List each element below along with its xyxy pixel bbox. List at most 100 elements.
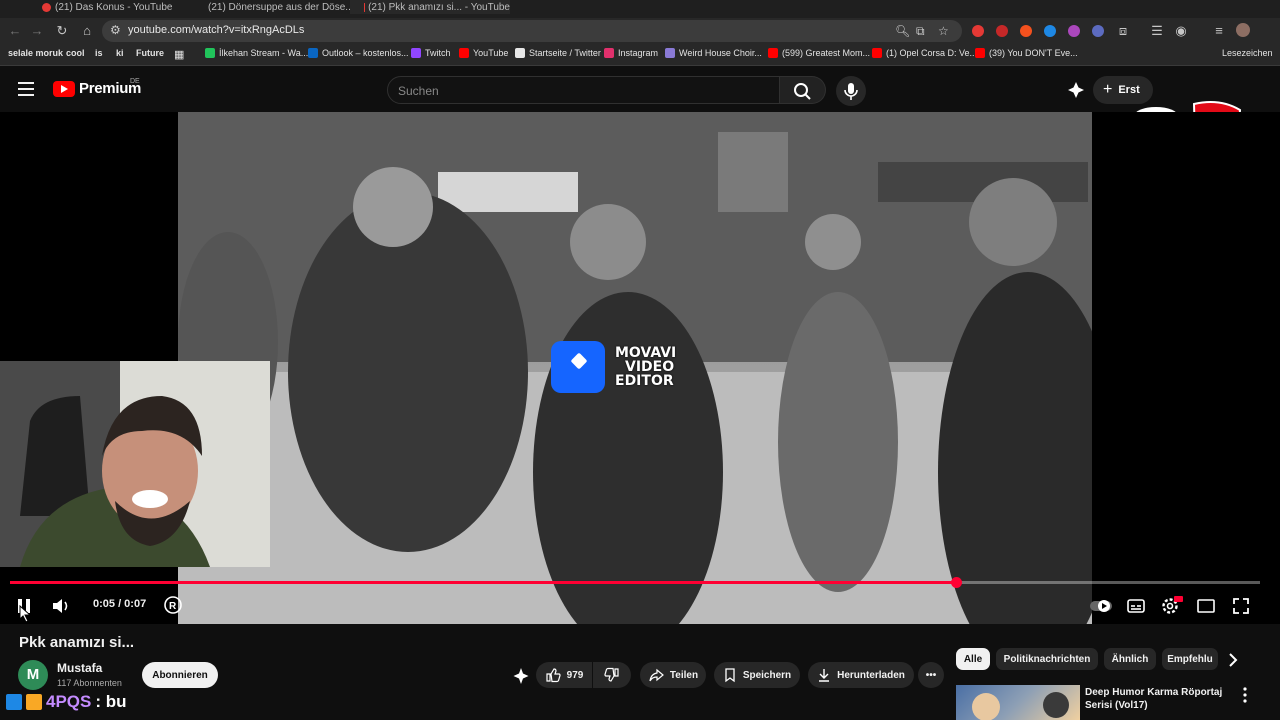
search-input[interactable] bbox=[398, 82, 758, 100]
favicon-icon bbox=[604, 48, 614, 58]
chevron-right-icon[interactable] bbox=[1226, 651, 1240, 669]
settings-gear-icon[interactable] bbox=[1160, 594, 1184, 616]
browser-toolbar: ← → ↻ ⌂ ⚙ youtube.com/watch?v=itxRngAcDL… bbox=[0, 18, 1280, 44]
media-icon[interactable]: ≡ bbox=[1210, 22, 1228, 40]
save-button[interactable]: Speichern bbox=[714, 662, 800, 688]
progress-bar[interactable] bbox=[10, 577, 1260, 588]
movavi-logo-icon bbox=[551, 341, 605, 393]
autoplay-toggle-icon[interactable] bbox=[1088, 596, 1114, 616]
youtube-favicon-icon bbox=[42, 2, 51, 12]
watermark-line: VIDEO bbox=[625, 359, 675, 375]
bookmark-item[interactable]: Outlook – kostenlos... bbox=[308, 48, 409, 58]
youtube-logo[interactable]: Premium bbox=[53, 80, 141, 97]
time-display: 0:05 / 0:07 bbox=[93, 598, 147, 610]
bookmark-item[interactable]: is bbox=[95, 48, 103, 58]
address-bar[interactable]: ⚙ youtube.com/watch?v=itxRngAcDLs 🔍︎ ⧉ ☆ bbox=[102, 20, 962, 42]
url-text[interactable]: youtube.com/watch?v=itxRngAcDLs bbox=[128, 24, 304, 36]
badge-icon bbox=[6, 694, 22, 710]
hamburger-menu-icon[interactable] bbox=[18, 82, 34, 96]
sparkle-ask-icon[interactable] bbox=[510, 665, 532, 687]
chip-politics[interactable]: Politiknachrichten bbox=[996, 648, 1098, 670]
volume-icon[interactable] bbox=[50, 596, 72, 616]
svg-text:R: R bbox=[169, 601, 177, 612]
avatar[interactable] bbox=[1236, 23, 1250, 37]
bookmarks-bar: selale moruk cool is ki Future ▦ İlkehan… bbox=[0, 44, 1280, 66]
bookmark-item[interactable]: Instagram bbox=[604, 48, 658, 58]
search-button[interactable] bbox=[780, 76, 826, 104]
subscriber-badge-icon bbox=[26, 694, 42, 710]
video-title: Pkk anamızı si... bbox=[19, 634, 135, 651]
channel-name[interactable]: Mustafa bbox=[57, 661, 102, 675]
bookmark-item[interactable]: İlkehan Stream - Wa... bbox=[205, 48, 308, 58]
bookmark-item[interactable]: selale moruk bbox=[8, 48, 63, 58]
install-icon[interactable]: ⧉ bbox=[916, 24, 925, 39]
chip-all[interactable]: Alle bbox=[956, 648, 990, 670]
subscriber-count: 117 Abonnenten bbox=[57, 678, 122, 688]
browser-tab-active[interactable]: (21) Pkk anamızı si... - YouTube bbox=[350, 0, 510, 14]
microphone-icon bbox=[844, 83, 858, 100]
extension-icon[interactable] bbox=[972, 25, 984, 37]
browser-tab[interactable]: (21) Dönersuppe aus der Döse... bbox=[190, 0, 350, 14]
rewind-badge-icon[interactable]: R bbox=[163, 595, 183, 615]
search-box bbox=[387, 76, 780, 104]
streamer-figure bbox=[0, 361, 270, 567]
download-button[interactable]: Herunterladen bbox=[808, 662, 914, 688]
apps-grid-icon[interactable]: ▦ bbox=[174, 48, 184, 61]
theater-mode-icon[interactable] bbox=[1196, 596, 1216, 616]
recommended-video-thumbnail[interactable] bbox=[956, 685, 1080, 720]
bookmark-item[interactable]: cool bbox=[66, 48, 85, 58]
puzzle-extensions-icon[interactable]: ⧈ bbox=[1114, 22, 1132, 40]
more-actions-button[interactable]: ••• bbox=[918, 662, 944, 688]
recommended-video-title[interactable]: Deep Humor Karma Röportaj Serisi (Vol17) bbox=[1085, 686, 1235, 712]
bookmark-item[interactable]: (1) Opel Corsa D: Ve... bbox=[872, 48, 977, 58]
forward-icon[interactable]: → bbox=[28, 22, 46, 40]
reload-icon[interactable]: ↻ bbox=[53, 22, 71, 40]
browser-tab-strip: (21) Das Konus - YouTube (21) Dönersuppe… bbox=[0, 0, 1280, 18]
chat-overlay: 4PQS : bu bbox=[0, 690, 127, 714]
sparkle-create-icon[interactable] bbox=[1066, 80, 1086, 100]
bookmark-item[interactable]: YouTube bbox=[459, 48, 508, 58]
subtitles-icon[interactable] bbox=[1126, 596, 1146, 616]
extension-icon[interactable] bbox=[1092, 25, 1104, 37]
thumbs-up-icon bbox=[546, 668, 561, 683]
bookmark-item[interactable]: Future bbox=[136, 48, 164, 58]
dislike-button[interactable] bbox=[593, 662, 631, 688]
subscribe-button[interactable]: Abonnieren bbox=[142, 662, 218, 688]
share-button[interactable]: Teilen bbox=[640, 662, 706, 688]
bookmark-item[interactable]: Weird House Choir... bbox=[665, 48, 762, 58]
back-icon[interactable]: ← bbox=[6, 22, 24, 40]
bookmark-item[interactable]: (39) You DON'T Eve... bbox=[975, 48, 1078, 58]
video-player[interactable]: MOVAVI VIDEO EDITOR 0:05 / 0:07 R bbox=[0, 112, 1280, 624]
bookmark-item[interactable]: Twitch bbox=[411, 48, 451, 58]
progress-played bbox=[10, 581, 957, 584]
bookmark-item[interactable]: (599) Greatest Mom... bbox=[768, 48, 870, 58]
extension-icon[interactable] bbox=[1068, 25, 1080, 37]
favicon-icon bbox=[768, 48, 778, 58]
favicon-icon bbox=[411, 48, 421, 58]
favicon-icon bbox=[308, 48, 318, 58]
more-vertical-icon[interactable] bbox=[1238, 686, 1252, 704]
chip-recommended[interactable]: Empfehlu bbox=[1162, 648, 1218, 670]
video-frame[interactable]: MOVAVI VIDEO EDITOR bbox=[178, 112, 1092, 624]
favicon-icon bbox=[205, 48, 215, 58]
extension-icon[interactable] bbox=[996, 25, 1008, 37]
bookmark-star-icon[interactable]: ☆ bbox=[938, 24, 949, 38]
bookmark-item[interactable]: Lesezeichen bbox=[1222, 48, 1273, 58]
browser-tab[interactable]: (21) Das Konus - YouTube bbox=[28, 0, 178, 14]
bookmark-item[interactable]: ki bbox=[116, 48, 124, 58]
fullscreen-icon[interactable] bbox=[1231, 596, 1251, 616]
thumbs-down-icon bbox=[604, 667, 619, 682]
channel-avatar[interactable]: M bbox=[18, 660, 48, 690]
extension-icon[interactable] bbox=[1044, 25, 1056, 37]
chip-similar[interactable]: Ähnlich bbox=[1104, 648, 1156, 670]
plus-icon: + bbox=[1103, 81, 1113, 98]
reading-list-icon[interactable]: ☰ bbox=[1148, 22, 1166, 40]
site-info-icon[interactable]: ⚙ bbox=[110, 23, 121, 37]
bookmark-item[interactable]: Startseite / Twitter bbox=[515, 48, 601, 58]
voice-search-button[interactable] bbox=[836, 76, 866, 106]
extension-icon[interactable] bbox=[1020, 25, 1032, 37]
home-icon[interactable]: ⌂ bbox=[78, 22, 96, 40]
like-button[interactable]: 979 bbox=[536, 662, 592, 688]
profile-icon[interactable]: ◉ bbox=[1172, 22, 1190, 40]
zoom-icon[interactable]: 🔍︎ bbox=[895, 24, 910, 38]
